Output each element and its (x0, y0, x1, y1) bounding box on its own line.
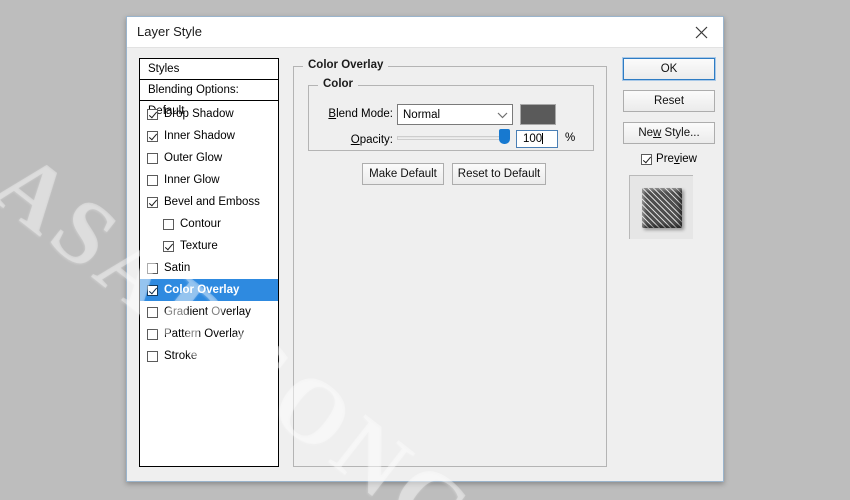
reset-button[interactable]: Reset (623, 90, 715, 112)
style-item-checkbox[interactable] (147, 307, 158, 318)
chevron-down-icon (492, 111, 512, 119)
blend-mode-value: Normal (398, 109, 492, 121)
style-item-checkbox[interactable] (147, 153, 158, 164)
style-item-inner-shadow[interactable]: Inner Shadow (140, 125, 278, 147)
opacity-input[interactable]: 100 (516, 130, 558, 148)
style-item-pattern-overlay[interactable]: Pattern Overlay (140, 323, 278, 345)
color-overlay-pane: Color Overlay Color Blend Mode: Normal O… (293, 58, 607, 467)
blend-mode-label: Blend Mode: (315, 108, 393, 120)
style-item-stroke[interactable]: Stroke (140, 345, 278, 367)
new-style-button[interactable]: New Style... (623, 122, 715, 144)
style-item-contour[interactable]: Contour (140, 213, 278, 235)
style-item-texture[interactable]: Texture (140, 235, 278, 257)
style-item-checkbox[interactable] (147, 109, 158, 120)
layer-style-dialog: Layer Style Styles Blending Options: Def… (126, 16, 724, 482)
style-item-inner-glow[interactable]: Inner Glow (140, 169, 278, 191)
style-item-gradient-overlay[interactable]: Gradient Overlay (140, 301, 278, 323)
style-item-checkbox[interactable] (147, 329, 158, 340)
style-item-label: Texture (180, 240, 218, 252)
style-item-label: Contour (180, 218, 221, 230)
new-style-label: New Style... (638, 127, 699, 139)
style-item-label: Satin (164, 262, 190, 274)
styles-list-panel: Styles Blending Options: Default Drop Sh… (139, 58, 279, 467)
opacity-unit-label: % (565, 132, 575, 144)
preview-checkbox[interactable] (641, 154, 652, 165)
ok-button[interactable]: OK (623, 58, 715, 80)
overlay-color-swatch[interactable] (520, 104, 556, 125)
color-overlay-groupbox: Color Overlay Color Blend Mode: Normal O… (293, 66, 607, 467)
style-item-bevel-and-emboss[interactable]: Bevel and Emboss (140, 191, 278, 213)
dialog-title: Layer Style (137, 24, 202, 39)
style-item-satin[interactable]: Satin (140, 257, 278, 279)
opacity-slider-track[interactable] (397, 136, 509, 140)
style-item-label: Inner Glow (164, 174, 220, 186)
style-item-label: Stroke (164, 350, 197, 362)
style-item-outer-glow[interactable]: Outer Glow (140, 147, 278, 169)
opacity-value: 100 (523, 133, 542, 145)
dialog-actions: OK Reset New Style... Preview (623, 58, 715, 239)
preview-thumbnail-frame (629, 175, 693, 239)
color-overlay-legend: Color Overlay (303, 59, 388, 71)
preview-thumbnail-image (642, 188, 682, 228)
style-item-label: Bevel and Emboss (164, 196, 260, 208)
preview-label: Preview (656, 153, 697, 165)
close-button[interactable] (679, 17, 723, 47)
style-item-checkbox[interactable] (147, 197, 158, 208)
blend-mode-select[interactable]: Normal (397, 104, 513, 125)
make-default-button[interactable]: Make Default (362, 163, 444, 185)
style-item-label: Gradient Overlay (164, 306, 251, 318)
opacity-label: Opacity: (315, 134, 393, 146)
style-item-checkbox[interactable] (163, 219, 174, 230)
preview-checkbox-row[interactable]: Preview (623, 153, 715, 165)
styles-header: Styles (140, 59, 278, 80)
style-item-checkbox[interactable] (147, 175, 158, 186)
opacity-slider-thumb[interactable] (499, 129, 510, 144)
style-item-label: Pattern Overlay (164, 328, 244, 340)
style-item-checkbox[interactable] (147, 131, 158, 142)
style-item-label: Inner Shadow (164, 130, 235, 142)
close-icon (695, 26, 708, 39)
blending-options-row[interactable]: Blending Options: Default (140, 80, 278, 101)
style-item-label: Color Overlay (164, 284, 239, 296)
style-effect-list: Drop Shadow Inner Shadow Outer Glow Inner G… (140, 101, 278, 367)
style-item-label: Outer Glow (164, 152, 222, 164)
dialog-titlebar: Layer Style (127, 17, 723, 48)
text-caret (542, 133, 543, 144)
style-item-label: Drop Shadow (164, 108, 234, 120)
style-item-checkbox[interactable] (147, 351, 158, 362)
style-item-checkbox[interactable] (147, 263, 158, 274)
color-groupbox: Color Blend Mode: Normal Opacity: 100 % (308, 85, 594, 151)
style-item-checkbox[interactable] (163, 241, 174, 252)
reset-to-default-button[interactable]: Reset to Default (452, 163, 546, 185)
style-item-checkbox[interactable] (147, 285, 158, 296)
style-item-color-overlay[interactable]: Color Overlay (140, 279, 278, 301)
color-legend: Color (318, 78, 358, 90)
